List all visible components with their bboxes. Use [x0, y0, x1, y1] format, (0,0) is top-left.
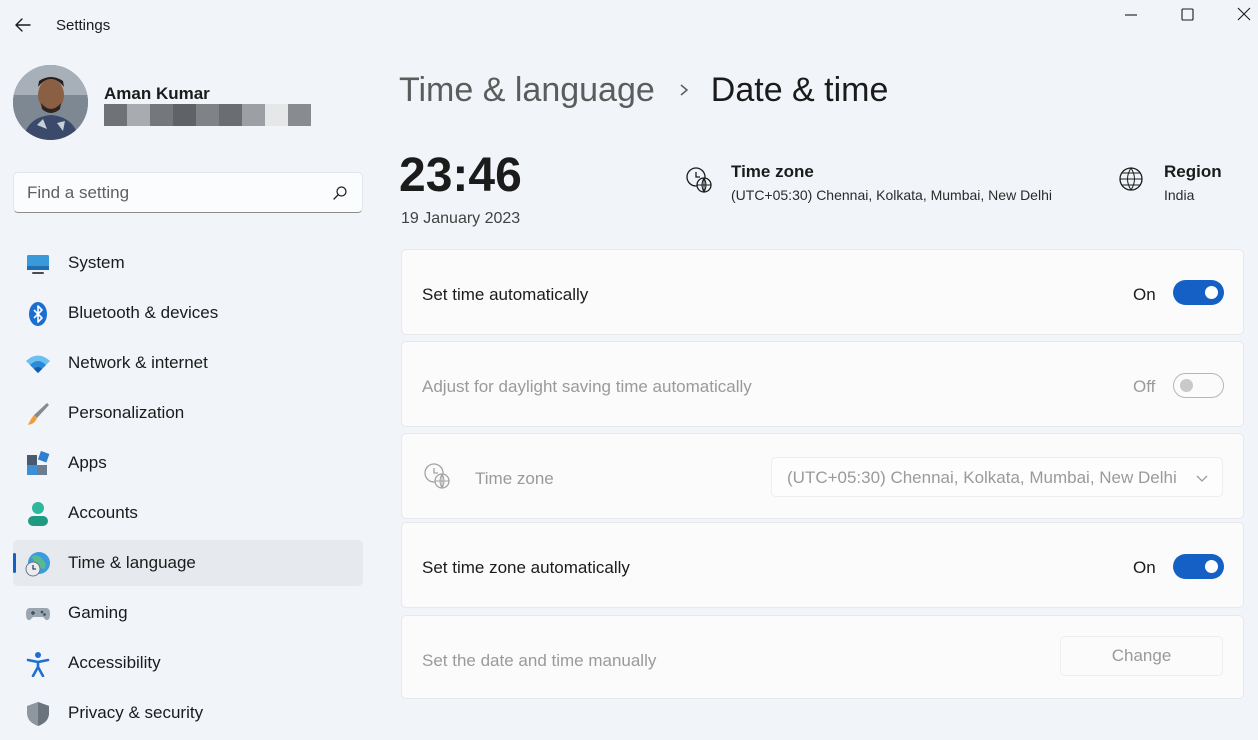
sidebar-item-network[interactable]: Network & internet — [13, 340, 363, 386]
bluetooth-icon — [25, 301, 51, 327]
sidebar-item-gaming[interactable]: Gaming — [13, 590, 363, 636]
redaction-block — [104, 104, 127, 126]
title-bar: Settings — [0, 0, 1258, 50]
account-icon — [25, 501, 51, 527]
redaction-block — [173, 104, 196, 126]
gamepad-icon — [25, 601, 51, 627]
sidebar-item-bluetooth[interactable]: Bluetooth & devices — [13, 290, 363, 336]
sidebar-item-system[interactable]: System — [13, 240, 363, 286]
time-zone-dropdown-value: (UTC+05:30) Chennai, Kolkata, Mumbai, Ne… — [787, 468, 1177, 488]
set-time-auto-card: Set time automatically On — [401, 249, 1244, 335]
set-time-auto-toggle[interactable] — [1173, 280, 1224, 305]
globe-clock-icon — [423, 462, 451, 490]
daylight-saving-toggle[interactable] — [1173, 373, 1224, 398]
redaction-block — [150, 104, 173, 126]
user-name: Aman Kumar — [104, 84, 210, 104]
sidebar-item-time-language[interactable]: Time & language — [13, 540, 363, 586]
time-zone-dropdown[interactable]: (UTC+05:30) Chennai, Kolkata, Mumbai, Ne… — [771, 457, 1223, 497]
search-box[interactable] — [13, 172, 363, 213]
chevron-right-icon — [677, 83, 691, 97]
region-info-title: Region — [1164, 162, 1222, 182]
brush-icon — [25, 401, 51, 427]
sidebar-item-apps[interactable]: Apps — [13, 440, 363, 486]
region-info-value: India — [1164, 187, 1194, 203]
redaction-block — [127, 104, 150, 126]
sidebar-item-privacy[interactable]: Privacy & security — [13, 690, 363, 736]
time-zone-card: Time zone (UTC+05:30) Chennai, Kolkata, … — [401, 433, 1244, 519]
time-zone-label: Time zone — [475, 469, 554, 489]
manual-date-time-card: Set the date and time manually Change — [401, 615, 1244, 699]
redaction-block — [265, 104, 288, 126]
wifi-icon — [25, 351, 51, 377]
globe-icon — [1118, 166, 1146, 194]
system-icon — [25, 251, 51, 277]
app-title: Settings — [56, 17, 110, 34]
back-arrow-icon[interactable] — [12, 14, 34, 36]
current-date: 19 January 2023 — [401, 210, 520, 228]
close-icon[interactable] — [1230, 4, 1258, 26]
user-email-redacted — [104, 104, 311, 126]
apps-icon — [25, 451, 51, 477]
accessibility-icon — [25, 651, 51, 677]
breadcrumb: Time & language Date & time — [399, 70, 888, 110]
daylight-saving-state: Off — [1133, 377, 1155, 397]
set-tz-auto-card: Set time zone automatically On — [401, 522, 1244, 608]
breadcrumb-parent[interactable]: Time & language — [399, 71, 655, 110]
set-tz-auto-state: On — [1133, 558, 1156, 578]
set-tz-auto-label: Set time zone automatically — [422, 558, 630, 578]
manual-date-time-label: Set the date and time manually — [422, 651, 656, 671]
redaction-block — [196, 104, 219, 126]
sidebar-nav: System Bluetooth & devices Network & int… — [13, 240, 363, 740]
daylight-saving-card: Adjust for daylight saving time automati… — [401, 341, 1244, 427]
redaction-block — [219, 104, 242, 126]
set-time-auto-label: Set time automatically — [422, 285, 588, 305]
minimize-icon[interactable] — [1117, 4, 1145, 26]
search-icon[interactable] — [332, 185, 348, 201]
redaction-block — [288, 104, 311, 126]
globe-clock-icon — [25, 551, 51, 577]
page-title: Date & time — [711, 71, 889, 110]
daylight-saving-label: Adjust for daylight saving time automati… — [422, 377, 752, 397]
maximize-icon[interactable] — [1173, 4, 1201, 26]
search-input[interactable] — [14, 173, 324, 212]
timezone-info-title: Time zone — [731, 162, 814, 182]
avatar-photo — [13, 65, 88, 140]
sidebar-item-personalization[interactable]: Personalization — [13, 390, 363, 436]
shield-icon — [25, 701, 51, 727]
chevron-down-icon — [1196, 472, 1208, 484]
globe-clock-icon — [685, 166, 713, 194]
sidebar-item-accessibility[interactable]: Accessibility — [13, 640, 363, 686]
change-button[interactable]: Change — [1060, 636, 1223, 676]
avatar[interactable] — [13, 65, 88, 140]
set-tz-auto-toggle[interactable] — [1173, 554, 1224, 579]
timezone-info-value: (UTC+05:30) Chennai, Kolkata, Mumbai, Ne… — [731, 187, 1052, 203]
redaction-block — [242, 104, 265, 126]
current-time: 23:46 — [399, 148, 522, 203]
set-time-auto-state: On — [1133, 285, 1156, 305]
sidebar-item-accounts[interactable]: Accounts — [13, 490, 363, 536]
